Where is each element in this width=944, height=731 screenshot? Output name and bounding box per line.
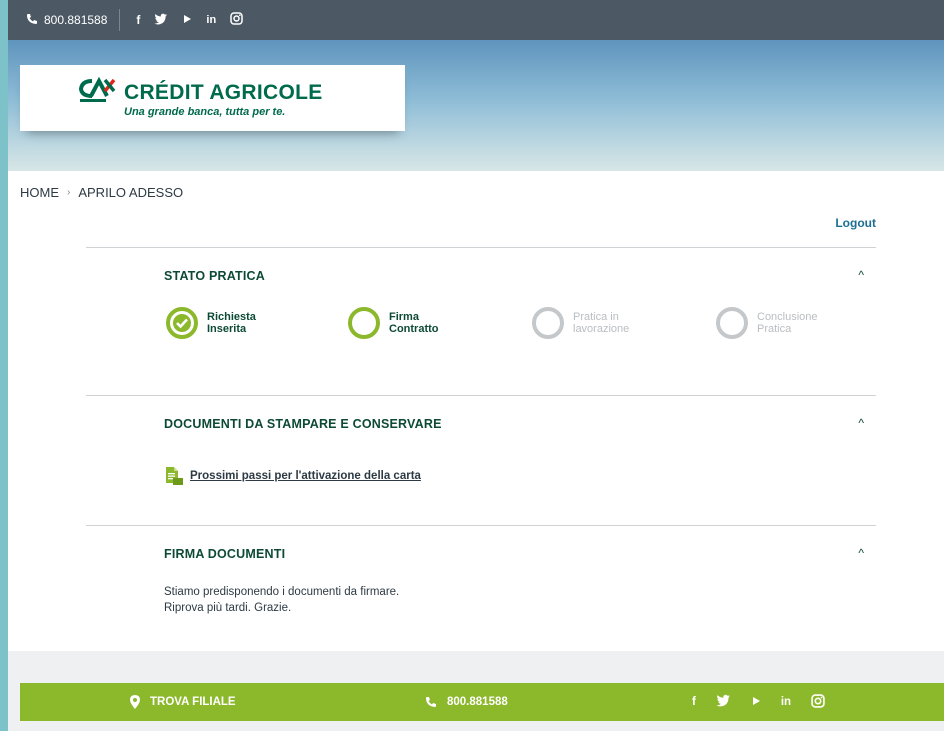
top-phone[interactable]: 800.881588 (26, 9, 121, 31)
divider (86, 247, 876, 248)
collapse-chevron-icon[interactable]: ^ (858, 546, 864, 560)
divider (86, 395, 876, 396)
breadcrumb-home[interactable]: HOME (20, 185, 59, 200)
phone-icon (426, 697, 436, 707)
brand-tagline: Una grande banca, tutta per te. (124, 106, 286, 118)
twitter-icon[interactable] (154, 13, 168, 28)
step-label: Firma (389, 311, 419, 323)
facebook-icon[interactable]: f (136, 13, 140, 27)
phone-icon (26, 13, 38, 28)
brand-name: CRÉDIT AGRICOLE (124, 81, 323, 104)
firma-message: Stiamo predisponendo i documenti da firm… (164, 584, 399, 616)
breadcrumb-current[interactable]: APRILO ADESSO (78, 185, 183, 200)
step-firma-contratto: Firma Contratto (347, 306, 439, 340)
breadcrumb-separator-icon: › (67, 187, 71, 198)
youtube-icon[interactable] (182, 13, 192, 27)
footer-social-links: f in (692, 693, 825, 711)
brand-logo[interactable]: CRÉDIT AGRICOLE Una grande banca, tutta … (20, 65, 405, 131)
check-circle-icon (166, 307, 198, 339)
instagram-icon[interactable] (230, 12, 243, 28)
step-label: Contratto (389, 323, 439, 335)
pending-step-circle-icon (532, 307, 564, 339)
linkedin-icon[interactable]: in (206, 14, 216, 26)
facebook-icon[interactable]: f (692, 696, 696, 708)
page-frame: 800.881588 f in CRÉDIT AGRICOLE Una gran… (8, 0, 944, 731)
linkedin-icon[interactable]: in (781, 696, 791, 708)
step-label: Inserita (207, 323, 247, 335)
message-line: Stiamo predisponendo i documenti da firm… (164, 586, 400, 598)
step-label: Richiesta (207, 311, 256, 323)
next-steps-document-link[interactable]: Prossimi passi per l'attivazione della c… (190, 470, 421, 482)
collapse-chevron-icon[interactable]: ^ (858, 268, 864, 282)
step-richiesta-inserita: Richiesta Inserita (165, 306, 256, 340)
footer-phone-link[interactable]: 800.881588 (425, 696, 508, 708)
step-conclusione-pratica: Conclusione Pratica (715, 306, 818, 340)
step-label: Pratica in (573, 311, 619, 323)
section-title-stato-pratica: STATO PRATICA (164, 269, 265, 283)
pending-step-circle-icon (716, 307, 748, 339)
top-social-links: f in (120, 12, 243, 28)
section-title-firma-documenti: FIRMA DOCUMENTI (164, 547, 286, 561)
section-title-documenti: DOCUMENTI DA STAMPARE E CONSERVARE (164, 417, 442, 431)
trova-filiale-label: TROVA FILIALE (150, 696, 236, 708)
divider (86, 525, 876, 526)
footer-phone-number: 800.881588 (447, 696, 508, 708)
youtube-icon[interactable] (751, 696, 761, 709)
header-banner: CRÉDIT AGRICOLE Una grande banca, tutta … (8, 40, 944, 171)
document-link-row: Prossimi passi per l'attivazione della c… (164, 466, 421, 486)
collapse-chevron-icon[interactable]: ^ (858, 416, 864, 430)
credit-agricole-logo-icon (78, 77, 116, 102)
step-label: lavorazione (573, 323, 630, 335)
pdf-document-icon (166, 467, 183, 485)
step-pratica-in-lavorazione: Pratica in lavorazione (531, 306, 629, 340)
logout-link[interactable]: Logout (835, 216, 876, 230)
location-pin-icon (130, 695, 140, 709)
top-phone-number: 800.881588 (44, 13, 108, 27)
current-step-circle-icon (348, 307, 380, 339)
trova-filiale-link[interactable]: TROVA FILIALE (130, 695, 236, 709)
step-label: Pratica (757, 323, 792, 335)
step-label: Conclusione (757, 311, 818, 323)
twitter-icon[interactable] (716, 694, 731, 710)
message-line: Riprova più tardi. Grazie. (164, 602, 292, 614)
footer-bar: TROVA FILIALE 800.881588 f in (20, 683, 944, 721)
instagram-icon[interactable] (811, 693, 825, 711)
breadcrumb: HOME › APRILO ADESSO (20, 185, 183, 200)
top-bar: 800.881588 f in (8, 0, 944, 40)
